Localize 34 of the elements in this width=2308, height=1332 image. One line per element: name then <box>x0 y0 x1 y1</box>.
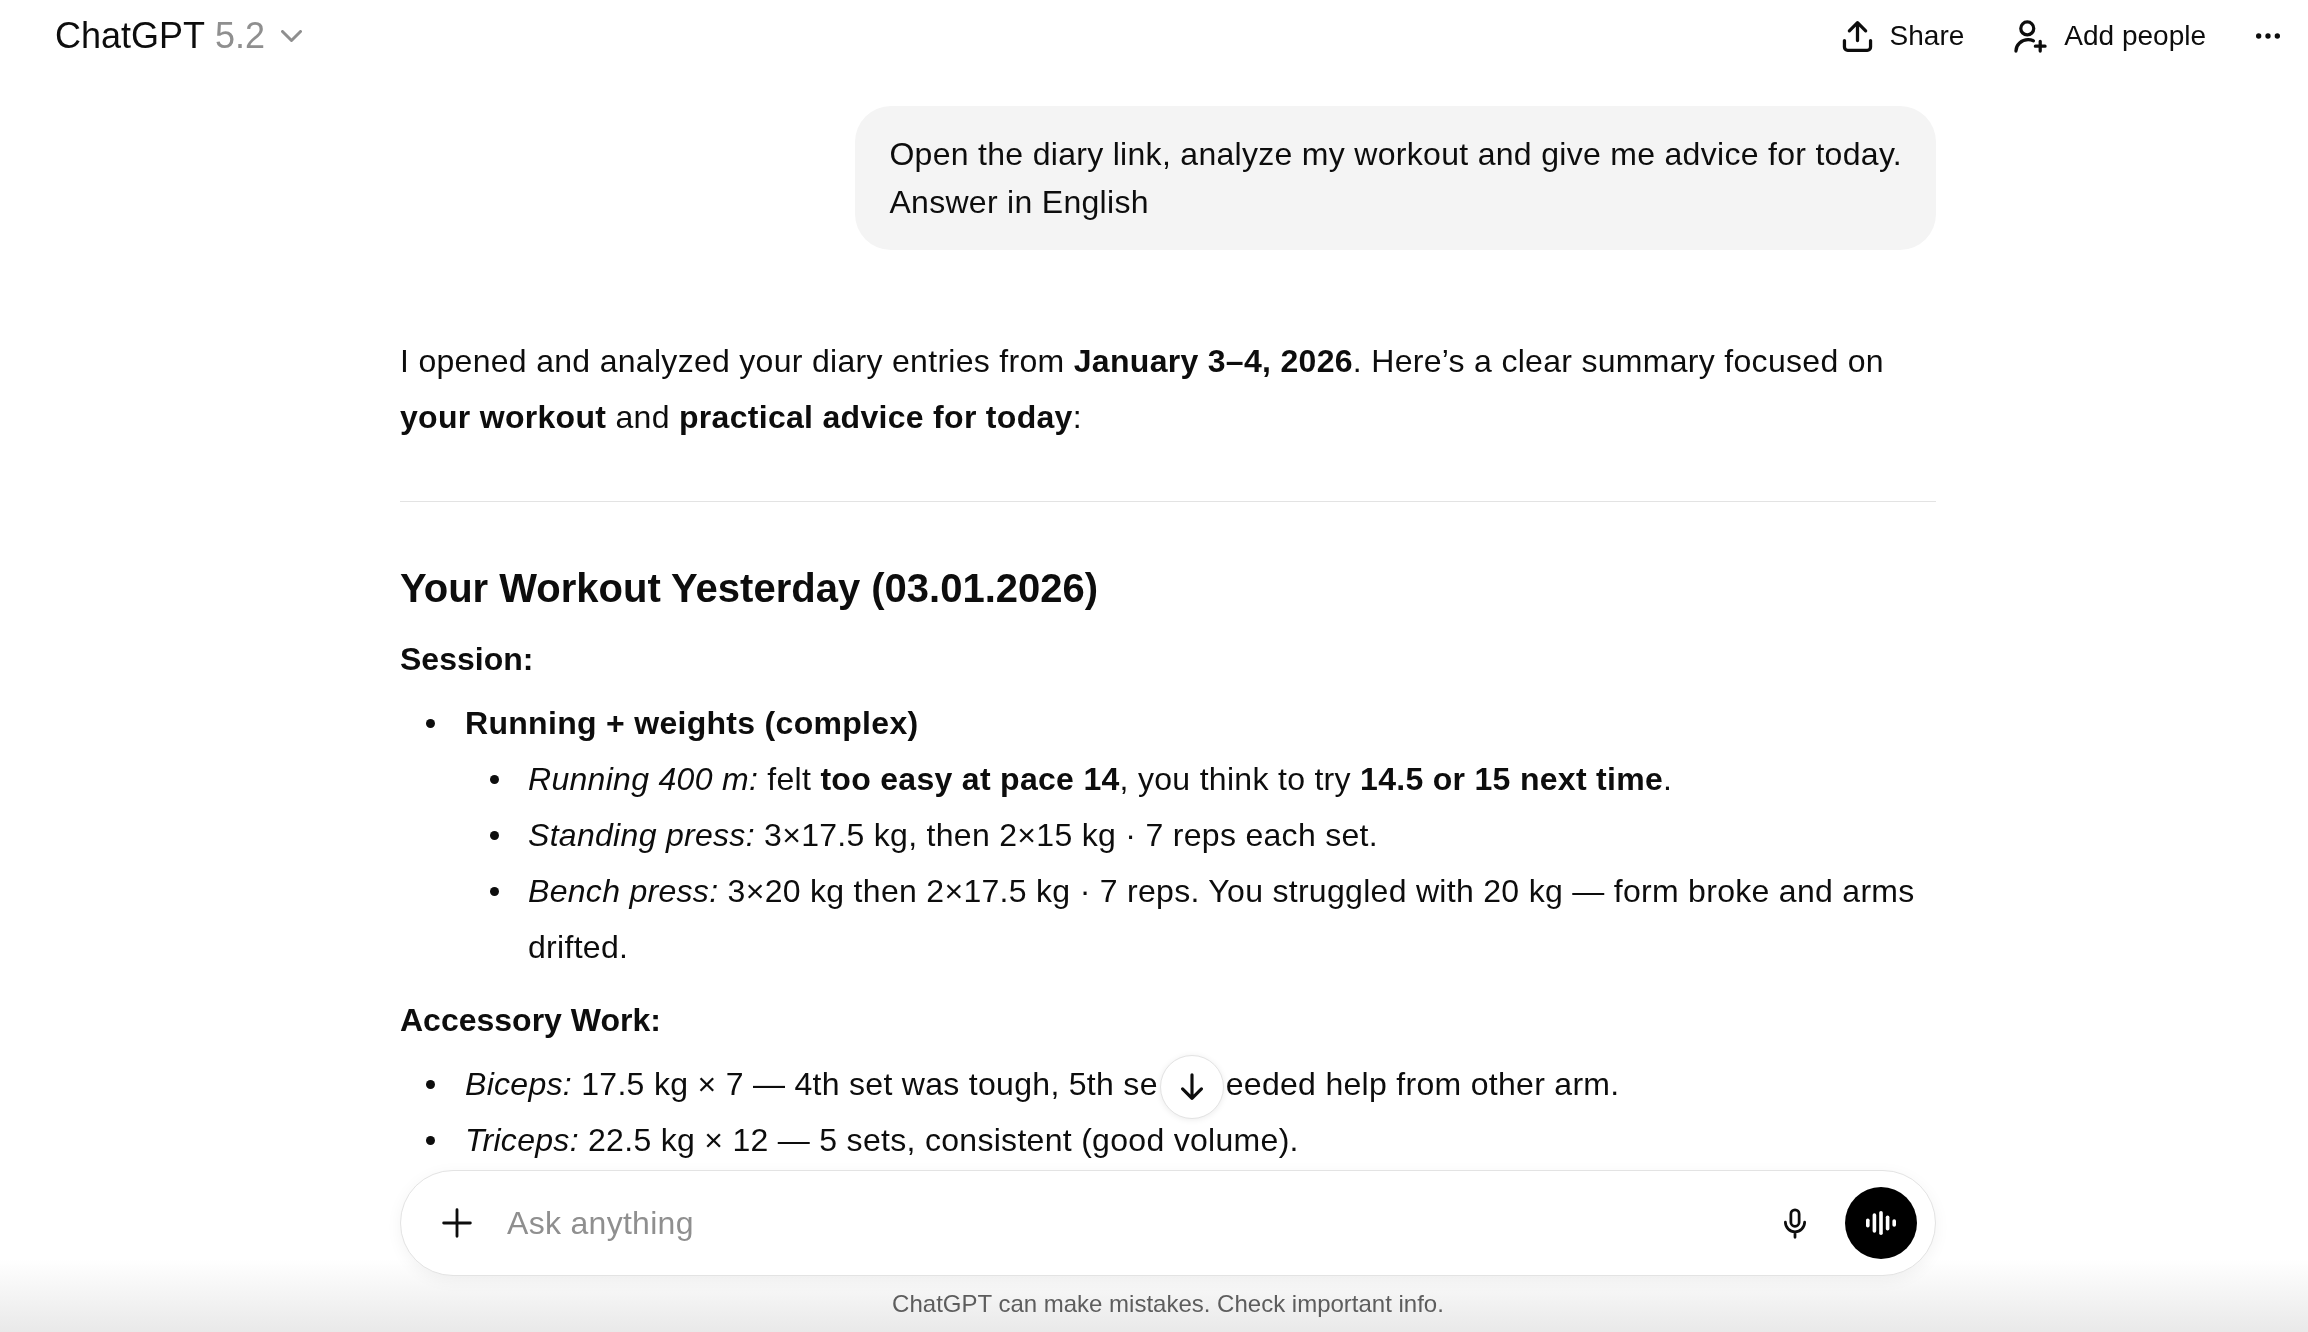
bullet-icon <box>426 1079 435 1089</box>
bullet-icon <box>490 886 499 896</box>
message-input[interactable]: Ask anything <box>507 1201 1775 1245</box>
list-item-text: Bench press: 3×20 kg then 2×17.5 kg · 7 reps. You struggled with 20 kg — form broke and arms drifted. <box>528 872 1916 967</box>
add-person-icon <box>2014 19 2048 53</box>
disclaimer-text: ChatGPT can make mistakes. Check important info. <box>892 1289 1444 1319</box>
section-label: Session: <box>400 640 535 679</box>
more-options-button[interactable] <box>2256 33 2280 39</box>
list-item-text: Biceps: 17.5 kg × 7 — 4th set was tough, 5th se <box>465 1066 1158 1102</box>
composer-field[interactable]: Ask anything <box>400 1170 1936 1276</box>
bullet-icon <box>490 830 499 840</box>
list-item-text: eeded help from other arm. <box>1225 1066 1620 1102</box>
bullet-icon <box>426 1135 435 1145</box>
add-attachment-button[interactable] <box>441 1207 473 1239</box>
share-icon <box>1841 19 1873 53</box>
list-item-text: Triceps: 22.5 kg × 12 — 5 sets, consistent (good volume). <box>465 1121 1300 1160</box>
chevron-down-icon <box>281 30 303 42</box>
list-item-text: Standing press: 3×17.5 kg, then 2×15 kg · 7 reps each set. <box>528 816 1379 855</box>
message-paragraph: I opened and analyzed your diary entries from January 3–4, 2026. Here’s a clear summary focused on your workout and practical advice for today: <box>400 342 1885 437</box>
waveform-icon <box>1866 1211 1896 1235</box>
model-selector[interactable]: ChatGPT 5.2 <box>55 14 303 58</box>
ellipsis-icon <box>2256 33 2280 39</box>
microphone-icon <box>1784 1207 1806 1239</box>
list-item-text: Running + weights (complex) <box>465 704 920 743</box>
arrow-down-icon <box>1180 1073 1203 1101</box>
section-heading: Your Workout Yesterday (03.01.2026) <box>400 565 1100 612</box>
bullet-icon <box>490 774 499 784</box>
plus-icon <box>442 1208 472 1238</box>
bullet-icon <box>426 718 435 728</box>
add-people-button[interactable]: Add people <box>2014 18 2206 54</box>
section-label: Accessory Work: <box>400 1001 662 1040</box>
list-item-text: Running 400 m: felt too easy at pace 14, you think to try 14.5 or 15 next time. <box>528 760 1674 799</box>
user-message: Open the diary link, analyze my workout and give me advice for today. Answer in English <box>855 106 1936 250</box>
share-button[interactable]: Share <box>1841 18 1965 54</box>
